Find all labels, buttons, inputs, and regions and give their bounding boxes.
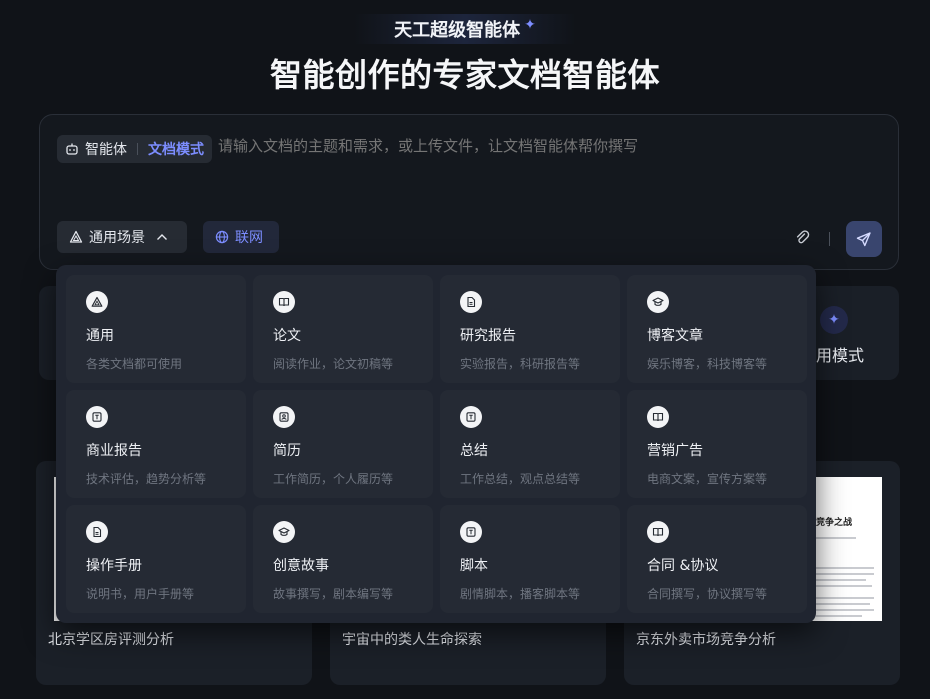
divider — [137, 143, 138, 155]
scene-option-description: 工作总结，观点总结等 — [460, 472, 581, 486]
scene-option[interactable]: 操作手册说明书，用户手册等 — [66, 505, 246, 613]
sparkle-icon: ✦ — [524, 17, 536, 33]
scene-option-description: 工作简历，个人履历等 — [273, 472, 394, 486]
profile-icon — [273, 406, 295, 428]
example-caption: 宇宙中的类人生命探索 — [342, 632, 482, 648]
tablet-icon — [460, 406, 482, 428]
scene-option[interactable]: 脚本剧情脚本，播客脚本等 — [440, 505, 620, 613]
scene-option-title: 脚本 — [460, 558, 488, 574]
book-icon — [647, 406, 669, 428]
example-caption: 京东外卖市场竞争分析 — [636, 632, 776, 648]
scene-option-description: 剧情脚本，播客脚本等 — [460, 587, 581, 601]
scene-option-description: 阅读作业，论文初稿等 — [273, 357, 394, 371]
scene-option-title: 论文 — [273, 328, 301, 344]
book-icon — [647, 521, 669, 543]
book-icon — [273, 291, 295, 313]
web-search-toggle[interactable]: 联网 — [203, 221, 279, 253]
scene-option[interactable]: 博客文章娱乐博客，科技博客等 — [627, 275, 807, 383]
scene-option-description: 娱乐博客，科技博客等 — [647, 357, 768, 371]
scene-option-title: 商业报告 — [86, 443, 142, 459]
send-button[interactable] — [846, 221, 882, 257]
graduation-cap-icon — [647, 291, 669, 313]
send-icon — [856, 232, 871, 247]
prompt-input[interactable] — [218, 137, 818, 155]
scene-option[interactable]: 合同 &协议合同撰写，协议撰写等 — [627, 505, 807, 613]
scene-option-title: 博客文章 — [647, 328, 703, 344]
graduation-cap-icon — [273, 521, 295, 543]
scene-option[interactable]: 营销广告电商文案，宣传方案等 — [627, 390, 807, 498]
brand-banner: 天工超级智能体 ✦ — [354, 14, 576, 44]
scene-option-description: 各类文档都可使用 — [86, 357, 183, 371]
brand-name: 天工超级智能体 — [394, 20, 521, 41]
scene-option-description: 实验报告，科研报告等 — [460, 357, 581, 371]
document-icon — [460, 291, 482, 313]
doc-title: 竞争之战 — [816, 518, 853, 528]
scene-option-title: 研究报告 — [460, 328, 516, 344]
scene-option-description: 合同撰写，协议撰写等 — [647, 587, 768, 601]
scene-option-title: 创意故事 — [273, 558, 329, 574]
scene-option-title: 营销广告 — [647, 443, 703, 459]
divider — [829, 232, 830, 246]
scene-option-title: 通用 — [86, 328, 114, 344]
tablet-icon — [86, 406, 108, 428]
scene-label: 通用场景 — [89, 230, 145, 246]
agent-label: 智能体 — [85, 142, 127, 158]
scene-option[interactable]: 论文阅读作业，论文初稿等 — [253, 275, 433, 383]
scene-grid: 通用 各类文档都可使用 论文 阅读作业，论文初稿等 研究报告 实验报告，科研报告等 博客文章… — [66, 275, 807, 613]
doc-mode-label: 文档模式 — [148, 142, 204, 158]
scene-option-description: 电商文案，宣传方案等 — [647, 472, 768, 486]
scene-option[interactable]: 研究报告实验报告，科研报告等 — [440, 275, 620, 383]
example-caption: 北京学区房评测分析 — [48, 632, 174, 648]
scene-selector-button[interactable]: 通用场景 — [57, 221, 187, 253]
robot-icon — [66, 143, 78, 155]
triangle-icon — [69, 230, 83, 243]
triangle-icon — [86, 291, 108, 313]
web-search-label: 联网 — [235, 230, 263, 246]
document-icon — [86, 521, 108, 543]
brand-row: 天工超级智能体 ✦ — [0, 14, 930, 44]
scene-option[interactable]: 简历工作简历，个人履历等 — [253, 390, 433, 498]
globe-icon — [215, 230, 229, 244]
scene-option[interactable]: 通用各类文档都可使用 — [66, 275, 246, 383]
attachment-icon[interactable] — [794, 229, 812, 247]
scene-option-title: 总结 — [460, 443, 488, 459]
scene-option-description: 故事撰写，剧本编写等 — [273, 587, 394, 601]
scene-option-description: 说明书，用户手册等 — [86, 587, 195, 601]
scene-option-title: 合同 &协议 — [647, 558, 719, 574]
scene-option[interactable]: 总结工作总结，观点总结等 — [440, 390, 620, 498]
scene-option-description: 技术评估，趋势分析等 — [86, 472, 207, 486]
scene-option[interactable]: 创意故事故事撰写，剧本编写等 — [253, 505, 433, 613]
scene-option[interactable]: 商业报告技术评估，趋势分析等 — [66, 390, 246, 498]
example-thumbnail: 竞争之战 — [810, 477, 882, 621]
tablet-icon — [460, 521, 482, 543]
scene-option-title: 操作手册 — [86, 558, 142, 574]
agent-mode-chip[interactable]: 智能体 文档模式 — [57, 135, 212, 163]
mode-card-label: 用模式 — [816, 346, 865, 365]
page-title: 智能创作的专家文档智能体 — [269, 56, 660, 94]
chevron-up-icon — [157, 234, 167, 240]
scene-option-title: 简历 — [273, 443, 301, 459]
sparkle-icon: ✦ — [820, 306, 848, 334]
scene-dropdown-menu: 通用 各类文档都可使用 论文 阅读作业，论文初稿等 研究报告 实验报告，科研报告等 博客文章… — [56, 265, 816, 623]
prompt-box: 智能体 文档模式 通用场景 联网 — [39, 114, 899, 270]
